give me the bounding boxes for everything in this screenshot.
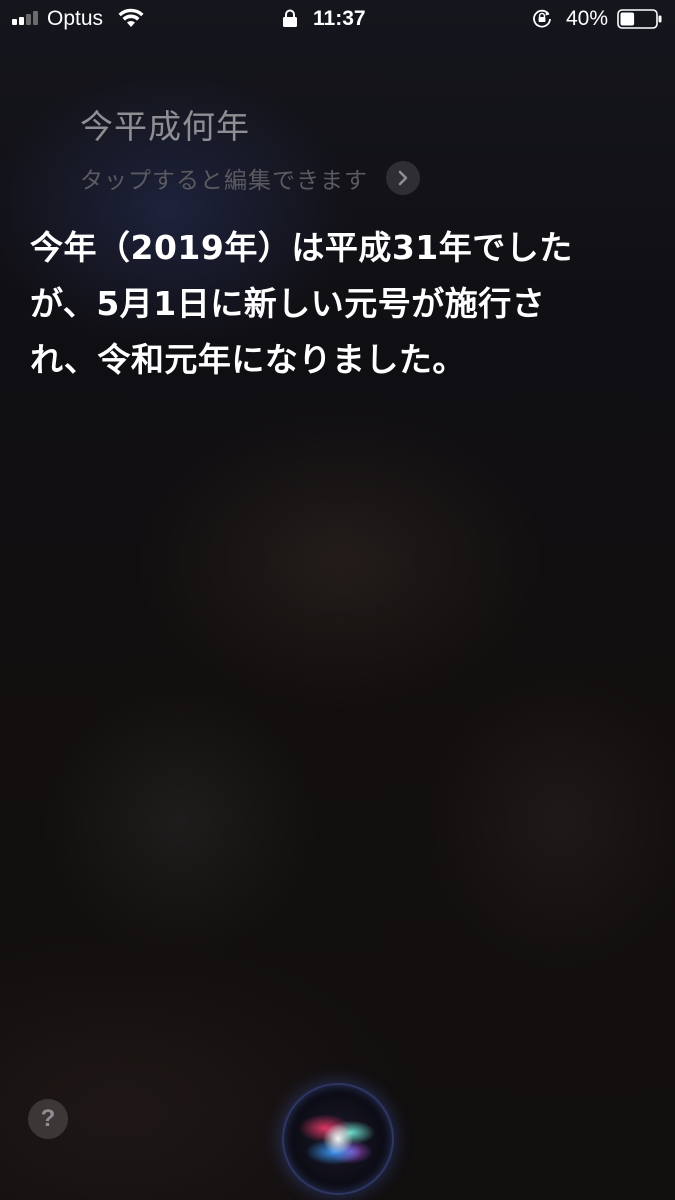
clock: 11:37	[313, 7, 366, 30]
lock-icon	[283, 9, 297, 27]
wifi-icon	[118, 8, 144, 27]
siri-query[interactable]: 今平成何年	[80, 100, 250, 148]
answer-line: 今年（2019年）は平成31年でした	[30, 228, 573, 267]
signal-icon	[12, 11, 42, 25]
siri-answer: 今年（2019年）は平成31年でした が、5月1日に新しい元号が施行さ れ、令和…	[30, 220, 630, 388]
carrier-name: Optus	[47, 7, 104, 30]
chevron-right-icon	[398, 170, 408, 186]
siri-orb-icon[interactable]	[282, 1083, 394, 1195]
answer-line: が、5月1日に新しい元号が施行さ	[30, 284, 546, 323]
rotation-lock-icon	[533, 9, 551, 28]
edit-hint-row[interactable]: タップすると編集できます	[80, 160, 420, 196]
tap-to-edit-hint[interactable]: タップすると編集できます	[80, 161, 368, 195]
help-button[interactable]: ?	[28, 1099, 68, 1139]
edit-query-button[interactable]	[386, 161, 420, 195]
battery-icon	[617, 9, 662, 29]
battery-percent: 40%	[566, 7, 609, 30]
answer-line: れ、令和元年になりました。	[30, 340, 466, 379]
status-bar: Optus 11:37 40%	[0, 0, 675, 38]
